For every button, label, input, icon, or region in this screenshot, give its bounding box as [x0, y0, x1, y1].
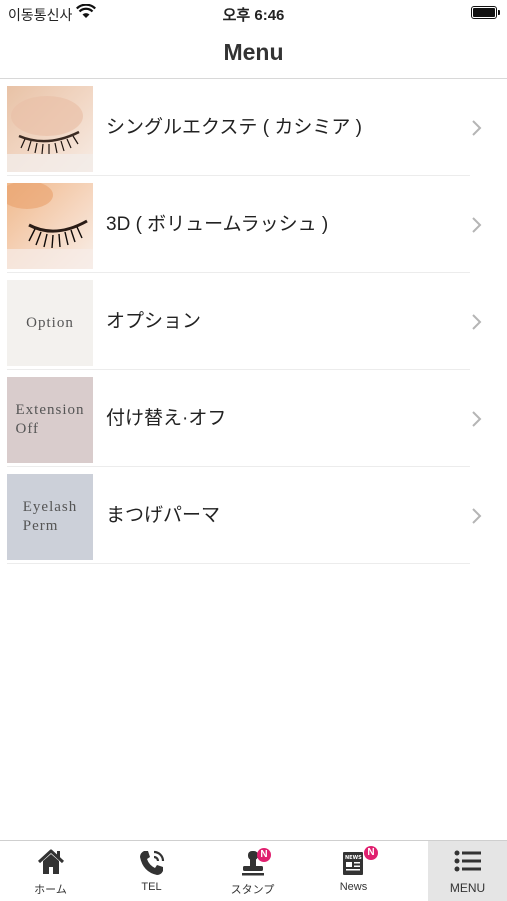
home-icon — [37, 849, 64, 874]
menu-item-label: オプション — [106, 311, 202, 332]
eyelash-perm-thumbnail: Eyelash Perm — [7, 474, 93, 560]
thumbnail-text: Off — [15, 421, 40, 437]
tab-label: ホーム — [34, 884, 67, 896]
battery-icon — [471, 6, 500, 19]
tab-label: News — [339, 881, 368, 893]
chevron-right-icon — [472, 217, 482, 233]
tab-home[interactable]: ホーム — [0, 841, 101, 901]
tab-bar: ホーム TEL N スタンプ NEWS N News MENU — [0, 840, 507, 901]
eyelash-photo-thumbnail — [7, 183, 93, 269]
menu-item-label: シングルエクステ ( カシミア ) — [106, 117, 362, 138]
menu-item-label: 3D ( ボリュームラッシュ ) — [106, 214, 329, 235]
menu-item-extension-off[interactable]: Extension Off 付け替え·オフ — [0, 370, 507, 467]
thumbnail-text: Option — [26, 314, 74, 331]
menu-item-single-extension[interactable]: シングルエクステ ( カシミア ) — [0, 79, 507, 176]
extension-off-thumbnail: Extension Off — [7, 377, 93, 463]
chevron-right-icon — [472, 508, 482, 524]
menu-item-label: 付け替え·オフ — [106, 408, 227, 429]
tab-label: MENU — [449, 881, 486, 895]
page-title: Menu — [223, 39, 284, 65]
menu-item-label: まつげパーマ — [106, 505, 221, 526]
thumbnail-text: Perm — [22, 518, 59, 534]
thumbnail-text: Extension — [15, 402, 85, 418]
tab-stamp[interactable]: N スタンプ — [202, 841, 303, 901]
menu-list: シングルエクステ ( カシミア ) 3D (ボリュームラッシュ) Optio… — [0, 79, 507, 564]
tab-news[interactable]: NEWS N News — [303, 841, 404, 901]
thumbnail-text: Eyelash — [22, 499, 78, 515]
option-thumbnail: Option — [7, 280, 93, 366]
phone-icon — [139, 850, 164, 875]
tab-menu[interactable]: MENU — [428, 841, 507, 901]
tab-tel[interactable]: TEL — [101, 841, 202, 901]
new-badge: N — [257, 848, 271, 862]
chevron-right-icon — [472, 411, 482, 427]
menu-item-eyelash-perm[interactable]: Eyelash Perm まつげパーマ — [0, 467, 507, 564]
tab-label: スタンプ — [230, 884, 275, 896]
menu-list-icon — [454, 850, 481, 872]
menu-item-option[interactable]: Option オプション — [0, 273, 507, 370]
tab-label: TEL — [141, 881, 162, 893]
chevron-right-icon — [472, 120, 482, 136]
status-time: 오후 6:46 — [222, 7, 285, 24]
menu-item-3d-volume-lash[interactable]: 3D ( ボリュームラッシュ ) — [0, 176, 507, 273]
navigation-bar: Menu — [0, 26, 507, 79]
new-badge: N — [364, 846, 378, 860]
status-bar: 이동통신사 오후 6:46 — [0, 0, 507, 26]
news-icon-text: NEWS — [345, 855, 362, 861]
divider — [7, 563, 470, 564]
chevron-right-icon — [472, 314, 482, 330]
eyelash-photo-thumbnail — [7, 86, 93, 172]
